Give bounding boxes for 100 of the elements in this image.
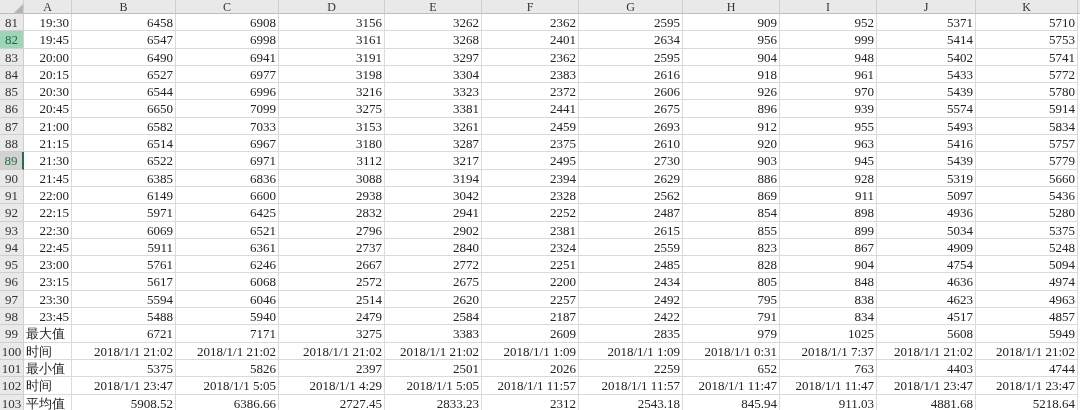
row-header[interactable]: 99	[0, 325, 24, 343]
table-cell: 2324	[482, 238, 579, 257]
table-cell: 6996	[176, 83, 279, 101]
table-cell: 763	[780, 359, 877, 378]
row-header[interactable]: 102	[0, 377, 24, 395]
table-cell: 2459	[482, 117, 579, 136]
row-header[interactable]: 92	[0, 204, 24, 222]
table-cell: 7171	[176, 325, 279, 343]
table-cell: 2629	[579, 169, 683, 187]
table-cell: 5488	[72, 308, 176, 326]
table-cell: 999	[780, 31, 877, 49]
table-cell: 5660	[976, 169, 1078, 187]
table-cell: 6490	[72, 48, 176, 66]
table-cell: 5780	[976, 83, 1078, 101]
table-cell: 5826	[176, 359, 279, 378]
table-cell: 6941	[176, 48, 279, 66]
table-cell: 6582	[72, 117, 176, 136]
column-header[interactable]: H	[683, 0, 780, 13]
table-cell: 2941	[385, 204, 482, 222]
table-cell: 2372	[482, 83, 579, 101]
table-cell: 6246	[176, 256, 279, 274]
row-header[interactable]: 82	[0, 31, 24, 49]
table-cell: 2832	[279, 204, 385, 222]
table-cell: 4623	[877, 290, 976, 309]
table-cell: 2615	[579, 221, 683, 239]
table-cell: 21:45	[24, 169, 72, 187]
row-header[interactable]: 98	[0, 308, 24, 326]
table-cell: 5493	[877, 117, 976, 136]
table-cell: 979	[683, 325, 780, 343]
row-header[interactable]: 85	[0, 83, 24, 101]
table-cell: 时间	[24, 377, 72, 395]
table-cell: 898	[780, 204, 877, 222]
row-header[interactable]: 95	[0, 256, 24, 274]
column-header[interactable]: E	[385, 0, 482, 13]
table-cell: 2018/1/1 1:09	[482, 342, 579, 360]
table-cell: 5753	[976, 31, 1078, 49]
table-cell: 6527	[72, 65, 176, 84]
table-cell: 2397	[279, 359, 385, 378]
column-header[interactable]: A	[24, 0, 72, 13]
table-cell: 5280	[976, 204, 1078, 222]
table-cell: 5914	[976, 100, 1078, 118]
table-cell: 3383	[385, 325, 482, 343]
table-cell: 5971	[72, 204, 176, 222]
table-cell: 2667	[279, 256, 385, 274]
table-cell: 4963	[976, 290, 1078, 309]
column-header[interactable]: B	[72, 0, 176, 13]
table-cell: 2018/1/1 11:47	[683, 377, 780, 395]
row-header[interactable]: 81	[0, 14, 24, 32]
table-cell: 805	[683, 273, 780, 291]
table-cell: 6600	[176, 186, 279, 205]
table-cell: 3323	[385, 83, 482, 101]
table-cell: 828	[683, 256, 780, 274]
table-cell: 2362	[482, 14, 579, 32]
table-cell: 838	[780, 290, 877, 309]
table-cell: 5761	[72, 256, 176, 274]
table-cell: 3268	[385, 31, 482, 49]
table-cell: 6836	[176, 169, 279, 187]
table-cell: 3153	[279, 117, 385, 136]
row-header[interactable]: 86	[0, 100, 24, 118]
table-cell: 2675	[579, 100, 683, 118]
column-header[interactable]: F	[482, 0, 579, 13]
table-cell: 2381	[482, 221, 579, 239]
table-cell: 2018/1/1 5:05	[176, 377, 279, 395]
table-cell: 20:45	[24, 100, 72, 118]
table-cell: 3088	[279, 169, 385, 187]
table-cell: 2606	[579, 83, 683, 101]
column-header[interactable]: C	[176, 0, 279, 13]
column-header[interactable]: K	[976, 0, 1078, 13]
table-cell: 6386.66	[176, 394, 279, 410]
table-cell: 886	[683, 169, 780, 187]
table-cell: 2737	[279, 238, 385, 257]
table-cell: 2018/1/1 21:02	[72, 342, 176, 360]
table-cell: 2693	[579, 117, 683, 136]
row-header[interactable]: 96	[0, 273, 24, 291]
table-cell: 2018/1/1 0:31	[683, 342, 780, 360]
table-cell: 21:15	[24, 135, 72, 153]
table-cell: 2479	[279, 308, 385, 326]
table-cell: 2018/1/1 21:02	[176, 342, 279, 360]
table-cell: 2018/1/1 21:02	[279, 342, 385, 360]
table-cell: 904	[683, 48, 780, 66]
column-header[interactable]: I	[780, 0, 877, 13]
column-header[interactable]: G	[579, 0, 683, 13]
table-cell: 911.03	[780, 394, 877, 410]
column-header[interactable]: J	[877, 0, 976, 13]
table-cell: 955	[780, 117, 877, 136]
table-cell: 5371	[877, 14, 976, 32]
column-header[interactable]: D	[279, 0, 385, 13]
table-cell: 2485	[579, 256, 683, 274]
table-cell: 2018/1/1 4:29	[279, 377, 385, 395]
table-cell: 823	[683, 238, 780, 257]
table-cell: 5908.52	[72, 394, 176, 410]
row-header[interactable]: 89	[0, 152, 24, 170]
table-cell: 3180	[279, 135, 385, 153]
row-header[interactable]: 88	[0, 135, 24, 153]
table-cell: 939	[780, 100, 877, 118]
table-cell: 2375	[482, 135, 579, 153]
table-cell: 899	[780, 221, 877, 239]
table-cell: 5911	[72, 238, 176, 257]
table-cell: 4636	[877, 273, 976, 291]
table-cell: 6069	[72, 221, 176, 239]
